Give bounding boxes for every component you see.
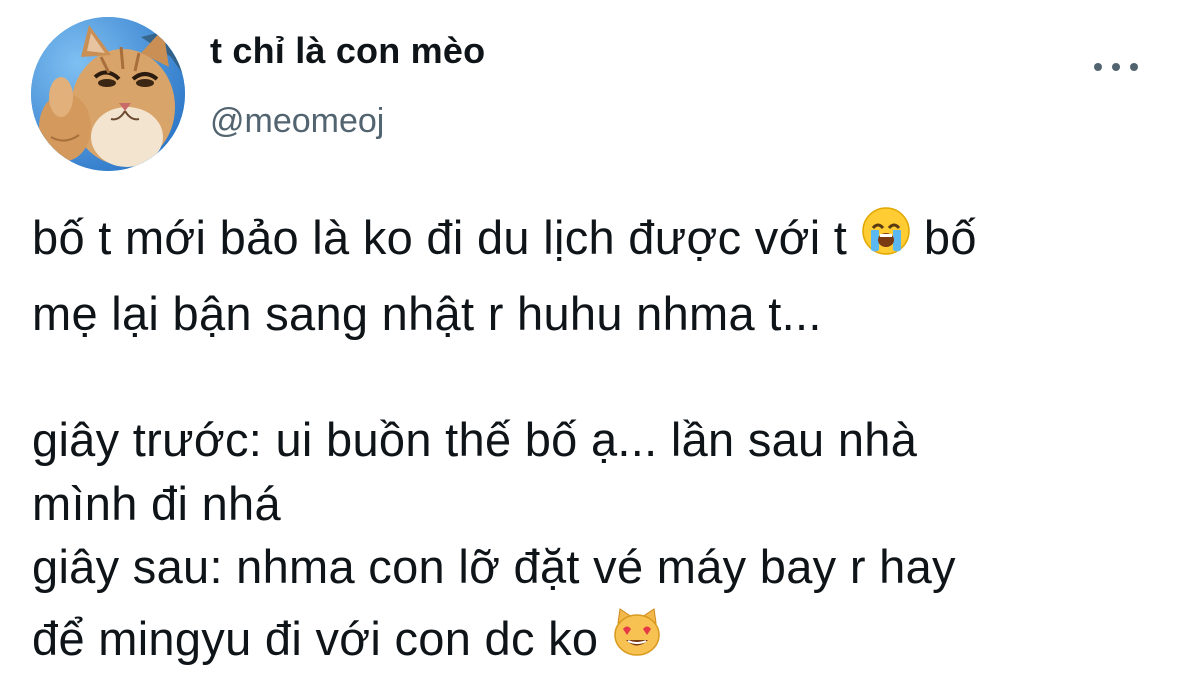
more-horizontal-icon-dot: [1112, 63, 1120, 71]
author-handle[interactable]: @meomeoj: [210, 102, 384, 141]
more-options-button[interactable]: [1094, 52, 1138, 82]
tweet-text-line: bố t mới bảo là ko đi du lịch được với t…: [32, 206, 977, 274]
loudly-crying-face-icon: [861, 206, 911, 270]
tweet-text-line: giây trước: ui buồn thế bố ạ... lần sau …: [32, 413, 918, 466]
avatar[interactable]: [31, 17, 185, 171]
cat-avatar-image: [31, 17, 185, 171]
tweet-text-segment: bố: [910, 211, 977, 264]
tweet-text-line: mẹ lại bận sang nhật r huhu nhma t...: [32, 287, 822, 340]
tweet-text-line: mình đi nhá: [32, 477, 281, 530]
tweet-card: t chỉ là con mèo @meomeoj bố t mới bảo l…: [0, 0, 1179, 692]
tweet-text-segment: bố t mới bảo là ko đi du lịch được với t: [32, 211, 861, 264]
tweet-text-line: giây sau: nhma con lỡ đặt vé máy bay r h…: [32, 540, 956, 593]
author-display-name[interactable]: t chỉ là con mèo: [210, 30, 485, 72]
tweet-text-line: để mingyu đi với con dc ko: [32, 607, 662, 675]
tweet-text-segment: để mingyu đi với con dc ko: [32, 612, 612, 665]
more-horizontal-icon: [1094, 63, 1102, 71]
more-horizontal-icon-dot: [1130, 63, 1138, 71]
smiling-cat-heart-eyes-icon: [612, 607, 662, 671]
